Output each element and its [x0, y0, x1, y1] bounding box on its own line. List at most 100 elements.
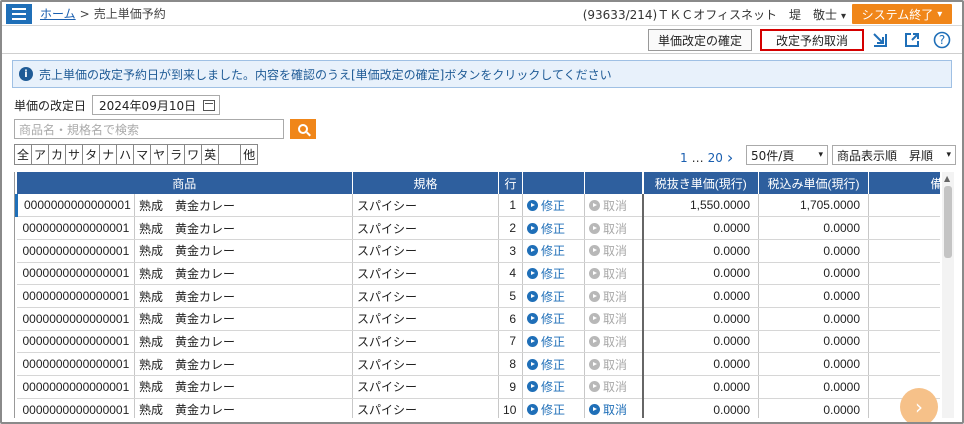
table-row[interactable]: 0000000000000001 熟成 黄金カレー スパイシー 6 修正 取消 0.0000…: [16, 307, 940, 331]
vertical-scrollbar[interactable]: ▲: [942, 172, 954, 418]
kana-filter-button[interactable]: ナ: [100, 145, 118, 164]
open-window-icon[interactable]: [902, 30, 922, 50]
row-number-cell: 5: [498, 284, 524, 308]
edit-button[interactable]: 修正: [527, 378, 580, 395]
play-circle-icon: [589, 381, 601, 393]
kana-filter-button[interactable]: [219, 145, 242, 164]
spec-cell: スパイシー: [352, 216, 500, 240]
page-last-link[interactable]: 20: [708, 151, 723, 165]
cancel-label: 取消: [603, 244, 628, 259]
row-number-cell: 3: [498, 239, 524, 263]
edit-button[interactable]: 修正: [527, 265, 580, 282]
product-name-cell: 熟成 黄金カレー: [134, 330, 354, 354]
kana-filter-button[interactable]: 他: [241, 145, 257, 164]
kana-filter-button[interactable]: カ: [49, 145, 67, 164]
header-cancel-action: [584, 172, 644, 194]
table-row[interactable]: 0000000000000001 熟成 黄金カレー スパイシー 10 修正 取消 0.000…: [16, 398, 940, 418]
edit-button[interactable]: 修正: [527, 310, 580, 327]
cancel-revision-reservation-button[interactable]: 改定予約取消: [760, 29, 864, 51]
scroll-up-icon[interactable]: ▲: [944, 174, 950, 183]
table-row[interactable]: 0000000000000001 熟成 黄金カレー スパイシー 7 修正 取消 0.0000…: [16, 330, 940, 354]
per-page-value: 50件/頁: [751, 148, 795, 163]
row-number-cell: 6: [498, 307, 524, 331]
kana-filter-button[interactable]: 英: [202, 145, 220, 164]
help-icon[interactable]: ?: [932, 30, 952, 50]
sort-order-select[interactable]: 商品表示順 昇順 ▾: [832, 145, 956, 165]
play-circle-icon: [589, 245, 601, 257]
price-in-tax-cell: 0.0000: [758, 239, 870, 263]
play-circle-icon: [589, 313, 601, 325]
table-row[interactable]: 0000000000000001 熟成 黄金カレー スパイシー 2 修正 取消 0.0000…: [16, 216, 940, 240]
revision-date-field[interactable]: 2024年09月10日: [92, 95, 221, 115]
table-row[interactable]: 0000000000000001 熟成 黄金カレー スパイシー 3 修正 取消 0.0000…: [16, 239, 940, 263]
user-menu[interactable]: (93633/214)ＴＫＣオフィスネット 堤 敬士 ▾: [583, 6, 846, 23]
edit-button[interactable]: 修正: [527, 333, 580, 350]
product-name-cell: 熟成 黄金カレー: [134, 375, 354, 399]
kana-filter-button[interactable]: タ: [83, 145, 101, 164]
cancel-label: 取消: [603, 334, 628, 349]
cancel-label: 取消: [603, 357, 628, 372]
play-circle-icon: [527, 245, 539, 257]
per-page-select[interactable]: 50件/頁 ▾: [746, 145, 828, 165]
product-code-cell: 0000000000000001: [16, 330, 135, 354]
header-spec[interactable]: 規格: [352, 172, 500, 194]
header-product[interactable]: 商品: [16, 172, 354, 194]
row-number-cell: 10: [498, 398, 524, 418]
cancel-label: 取消: [603, 221, 628, 236]
price-table-container[interactable]: 商品 規格 行 税抜き単価(現行) 税込み単価(現行) 備考 000000000…: [14, 172, 940, 418]
kana-filter-button[interactable]: ア: [32, 145, 50, 164]
header-row[interactable]: 行: [498, 172, 524, 194]
cancel-label: 取消: [603, 198, 628, 213]
row-number-cell: 4: [498, 262, 524, 286]
kana-filter-button[interactable]: マ: [134, 145, 152, 164]
header-note[interactable]: 備考: [868, 172, 940, 194]
product-code-cell: 0000000000000001: [16, 307, 135, 331]
edit-button[interactable]: 修正: [527, 401, 580, 418]
confirm-price-revision-button[interactable]: 単価改定の確定: [648, 29, 752, 51]
kana-filter-button[interactable]: 全: [15, 145, 33, 164]
chevron-down-icon: ▾: [818, 150, 823, 160]
header-price-ex-tax[interactable]: 税抜き単価(現行): [642, 172, 760, 194]
toolbar: 単価改定の確定 改定予約取消 ?: [2, 26, 962, 54]
hamburger-menu-icon[interactable]: [6, 3, 32, 24]
kana-filter-button[interactable]: ワ: [185, 145, 203, 164]
breadcrumb-home-link[interactable]: ホーム: [40, 5, 76, 22]
kana-filter-button[interactable]: ラ: [168, 145, 186, 164]
breadcrumb: ホーム > 売上単価予約: [40, 5, 166, 22]
note-cell: [868, 284, 940, 308]
product-code-cell: 0000000000000001: [16, 352, 135, 376]
table-row[interactable]: 0000000000000001 熟成 黄金カレー スパイシー 8 修正 取消 0.0000…: [16, 352, 940, 376]
price-in-tax-cell: 1,705.0000: [758, 194, 870, 218]
export-icon[interactable]: [870, 30, 890, 50]
edit-button[interactable]: 修正: [527, 356, 580, 373]
play-circle-icon: [589, 222, 601, 234]
edit-button[interactable]: 修正: [527, 220, 580, 237]
play-circle-icon: [589, 335, 601, 347]
table-row[interactable]: 0000000000000001 熟成 黄金カレー スパイシー 4 修正 取消 0.0000…: [16, 262, 940, 286]
cancel-button[interactable]: 取消: [589, 401, 638, 418]
table-row[interactable]: 0000000000000001 熟成 黄金カレー スパイシー 1 修正 取消 1,550.…: [15, 194, 940, 218]
spec-cell: スパイシー: [352, 194, 500, 218]
system-exit-button[interactable]: システム終了 ▾: [852, 4, 952, 24]
edit-button[interactable]: 修正: [527, 288, 580, 305]
cancel-button: 取消: [589, 310, 638, 327]
edit-button[interactable]: 修正: [527, 197, 580, 214]
spec-cell: スパイシー: [352, 307, 500, 331]
chevron-right-icon[interactable]: ›: [727, 148, 733, 167]
search-button[interactable]: [290, 119, 316, 139]
kana-filter-button[interactable]: サ: [66, 145, 84, 164]
header-price-in-tax[interactable]: 税込み単価(現行): [758, 172, 870, 194]
calendar-icon[interactable]: [203, 99, 216, 111]
kana-filter-button[interactable]: ヤ: [151, 145, 169, 164]
table-row[interactable]: 0000000000000001 熟成 黄金カレー スパイシー 9 修正 取消 0.0000…: [16, 375, 940, 399]
edit-action-cell: 修正: [522, 216, 586, 240]
floating-next-button[interactable]: ›: [900, 388, 938, 422]
search-input[interactable]: 商品名・規格名で検索: [14, 119, 284, 139]
kana-filter-button[interactable]: ハ: [117, 145, 135, 164]
price-in-tax-cell: 0.0000: [758, 262, 870, 286]
play-circle-icon: [527, 313, 539, 325]
edit-button[interactable]: 修正: [527, 242, 580, 259]
page-first-link[interactable]: 1: [680, 151, 688, 165]
table-row[interactable]: 0000000000000001 熟成 黄金カレー スパイシー 5 修正 取消 0.0000…: [16, 284, 940, 308]
scrollbar-thumb[interactable]: [944, 186, 952, 258]
